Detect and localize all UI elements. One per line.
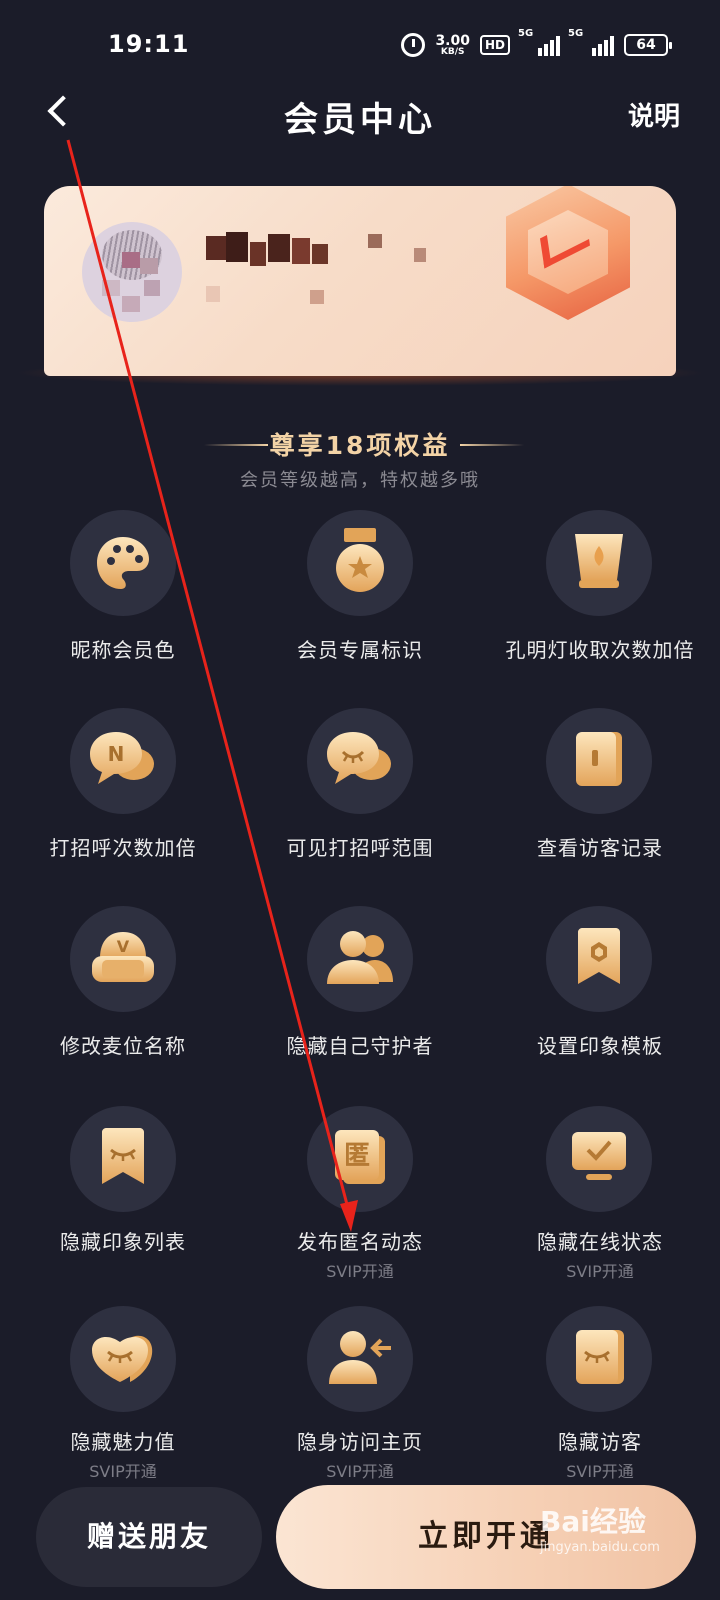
annotation-arrow-icon <box>66 139 358 1232</box>
